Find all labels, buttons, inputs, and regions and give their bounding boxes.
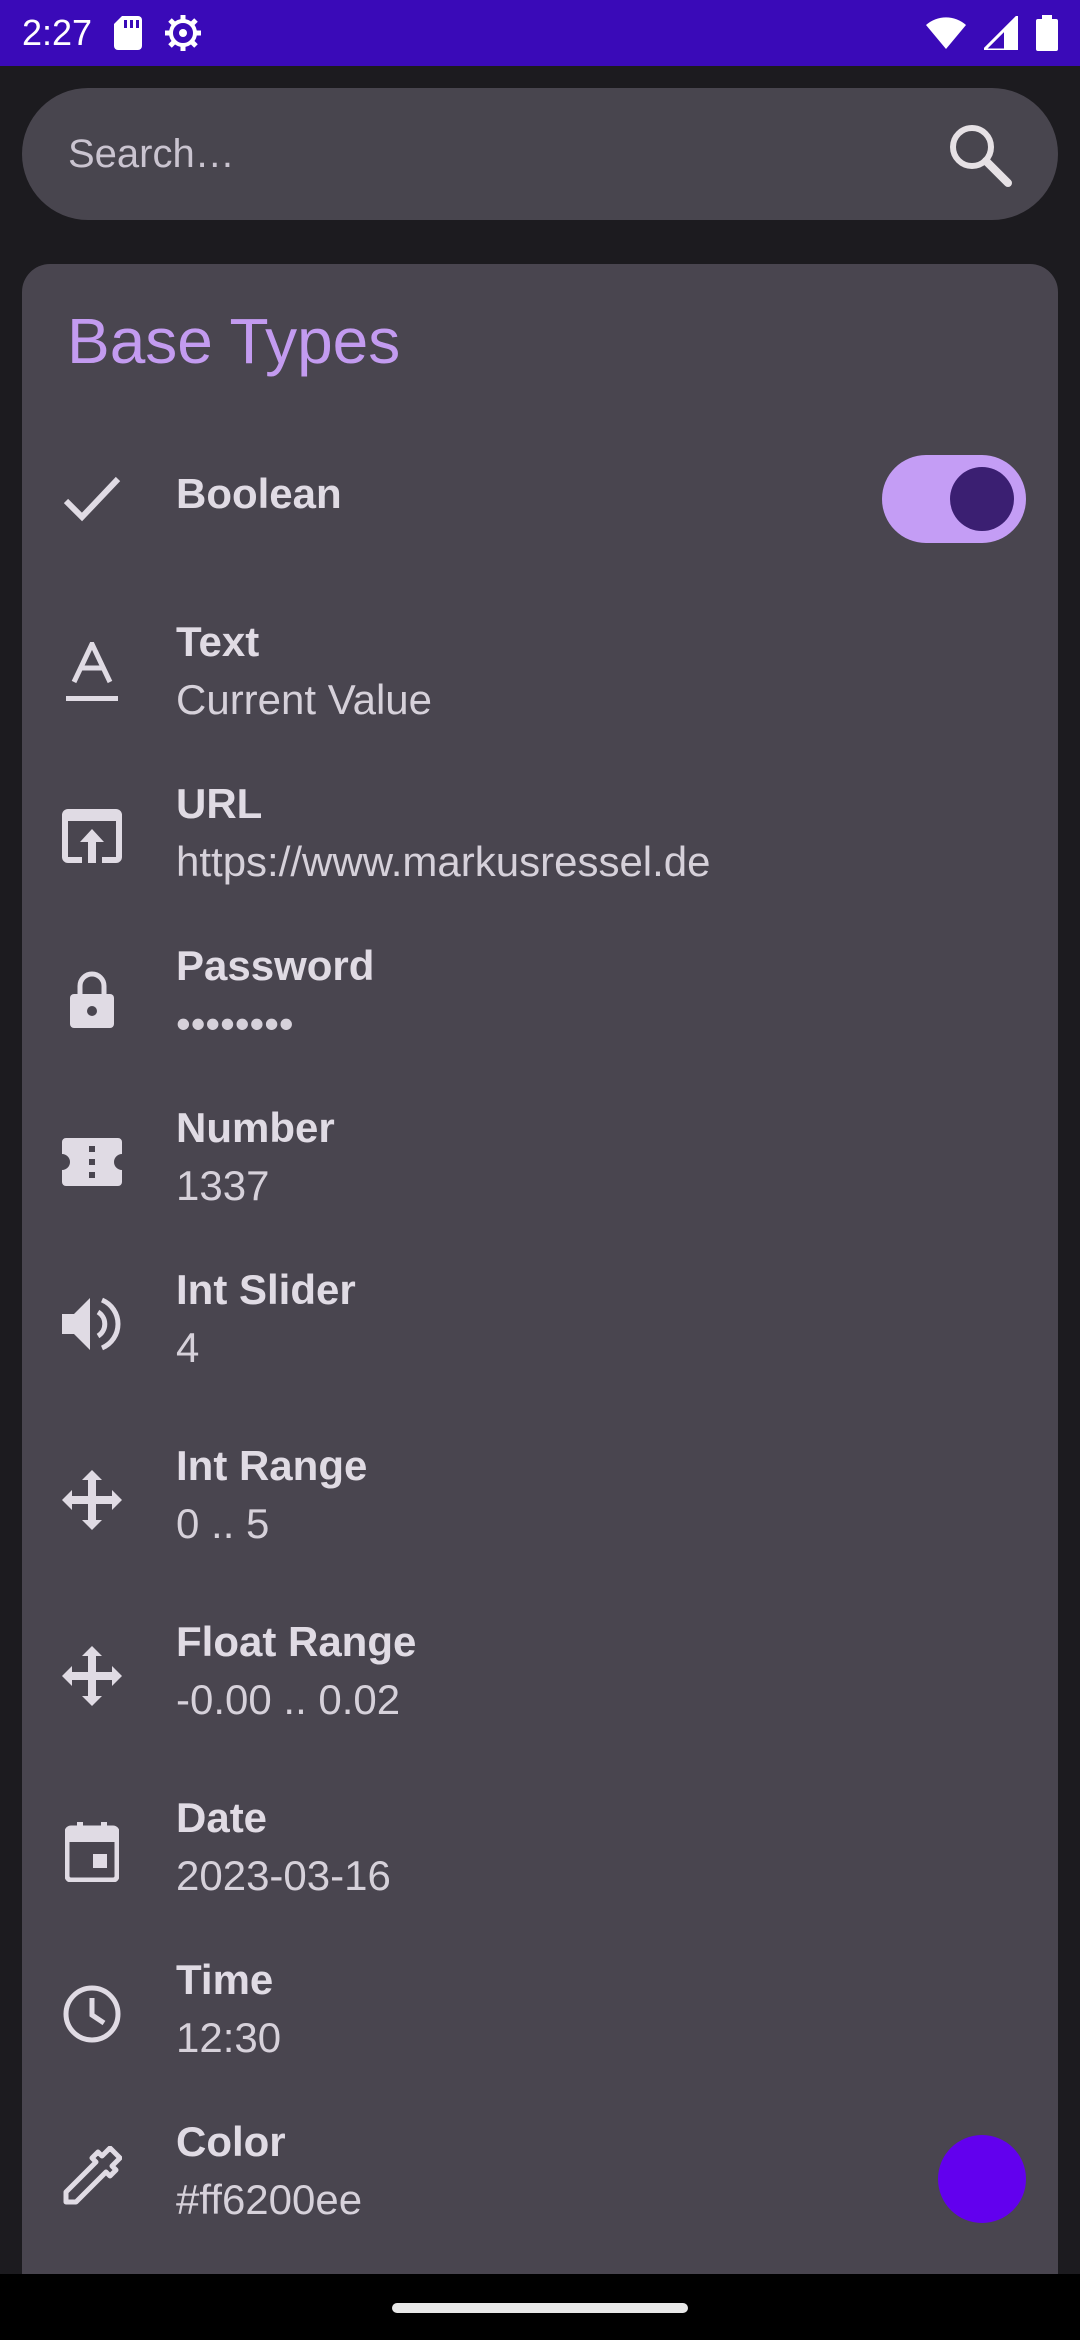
signal-icon — [984, 16, 1018, 50]
wifi-icon — [926, 17, 966, 49]
pref-date[interactable]: Date 2023-03-16 — [22, 1790, 1058, 1920]
pref-color[interactable]: Color #ff6200ee — [22, 2114, 1058, 2244]
section-title: Base Types — [67, 305, 401, 377]
move-arrows-icon — [60, 1468, 124, 1532]
toggle-knob — [950, 467, 1014, 531]
pref-title: Int Range — [176, 1442, 368, 1489]
pref-int-slider[interactable]: Int Slider 4 — [22, 1262, 1058, 1392]
pref-summary: 0 .. 5 — [176, 1500, 270, 1547]
pref-title: Int Slider — [176, 1266, 356, 1313]
pref-float-range[interactable]: Float Range -0.00 .. 0.02 — [22, 1614, 1058, 1744]
pref-boolean[interactable]: Boolean — [22, 444, 1058, 554]
pref-summary: 12:30 — [176, 2014, 282, 2061]
pref-summary: Current Value — [176, 676, 433, 723]
pref-summary: 4 — [176, 1324, 200, 1371]
pref-title: Date — [176, 1794, 268, 1841]
pref-title: Number — [176, 1104, 335, 1151]
search-input[interactable] — [68, 131, 944, 177]
pref-number[interactable]: Number 1337 — [22, 1100, 1058, 1230]
pref-int-range[interactable]: Int Range 0 .. 5 — [22, 1438, 1058, 1568]
check-icon — [60, 467, 124, 531]
preferences-card: Base Types Boolean Text Current Value UR… — [22, 264, 1058, 2274]
calendar-icon — [60, 1820, 124, 1884]
move-arrows-icon — [60, 1644, 124, 1708]
home-gesture-handle[interactable] — [392, 2303, 688, 2313]
pref-url[interactable]: URL https://www.markusressel.de — [22, 776, 1058, 906]
pref-summary: https://www.markusressel.de — [176, 838, 711, 885]
battery-icon — [1036, 15, 1058, 51]
pref-title: Text — [176, 618, 260, 665]
pref-text[interactable]: Text Current Value — [22, 614, 1058, 744]
pref-title: Time — [176, 1956, 274, 2003]
color-picker-icon — [60, 2144, 124, 2208]
volume-icon — [60, 1292, 124, 1356]
lock-icon — [60, 968, 124, 1032]
pref-title: URL — [176, 780, 263, 827]
pref-summary: 2023-03-16 — [176, 1852, 391, 1899]
pref-summary: 1337 — [176, 1162, 270, 1209]
pref-password[interactable]: Password •••••••• — [22, 938, 1058, 1068]
color-swatch[interactable] — [938, 2135, 1026, 2223]
sd-card-icon — [114, 16, 143, 50]
pref-summary: •••••••• — [176, 1000, 294, 1047]
boolean-toggle[interactable] — [882, 455, 1026, 543]
navigation-bar — [0, 2274, 1080, 2340]
clock-icon — [60, 1982, 124, 2046]
status-bar: 2:27 — [0, 0, 1080, 66]
pref-summary: #ff6200ee — [176, 2176, 363, 2223]
pref-title: Password — [176, 942, 375, 989]
text-format-icon — [60, 642, 124, 706]
pref-title: Float Range — [176, 1618, 417, 1665]
status-time: 2:27 — [22, 12, 93, 53]
pref-title: Boolean — [176, 470, 342, 517]
pref-title: Color — [176, 2118, 286, 2165]
pref-time[interactable]: Time 12:30 — [22, 1952, 1058, 2082]
open-in-browser-icon — [60, 804, 124, 868]
settings-gear-icon — [164, 14, 202, 52]
search-icon[interactable] — [944, 119, 1014, 189]
search-bar[interactable] — [22, 88, 1058, 220]
pref-summary: -0.00 .. 0.02 — [176, 1676, 401, 1723]
ticket-icon — [60, 1130, 124, 1194]
